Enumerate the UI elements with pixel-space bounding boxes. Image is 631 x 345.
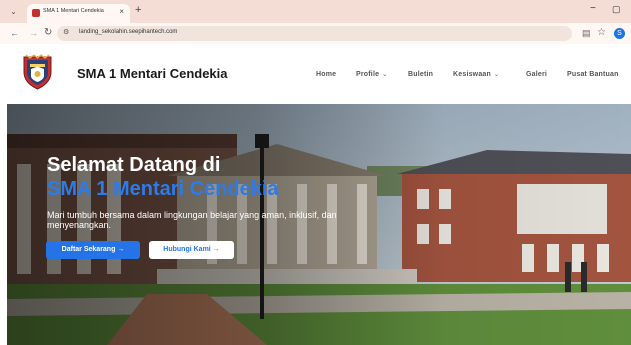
school-logo[interactable] [22,54,53,90]
tab-title: SMA 1 Mentari Cendekia [43,8,104,14]
maximize-icon[interactable]: ▢ [612,4,621,15]
bookmark-star-icon[interactable]: ☆ [597,27,606,38]
address-bar[interactable]: ⚙ landing_sekolahin.seepihantech.com [57,26,572,41]
new-tab-button[interactable]: + [135,5,141,16]
tab-close-icon[interactable]: × [119,7,124,16]
hero-description: Mari tumbuh bersama dalam lingkungan bel… [47,210,337,230]
forward-icon[interactable]: → [29,28,38,38]
url-text[interactable]: landing_sekolahin.seepihantech.com [79,29,177,35]
profile-avatar[interactable]: S [614,28,625,39]
nav-buletin-label: Buletin [408,71,434,78]
browser-tab[interactable]: SMA 1 Mentari Cendekia × [27,4,130,23]
browser-tabbar: ⌄ SMA 1 Mentari Cendekia × + − ▢ [0,0,631,23]
nav-pusat-bantuan-label: Pusat Bantuan [567,71,619,78]
favicon-icon [32,9,40,17]
nav-profile-label: Profile [356,71,380,78]
hubungi-kami-button[interactable]: Hubungi Kami → [149,241,234,259]
chevron-down-icon: ⌄ [494,72,500,78]
nav-home-label: Home [316,71,337,78]
nav-kesiswaan[interactable]: Kesiswaan ⌄ [453,71,499,78]
reload-icon[interactable]: ↻ [44,27,52,38]
nav-galeri-label: Galeri [526,71,548,78]
nav-buletin[interactable]: Buletin [408,71,433,78]
nav-home[interactable]: Home [316,71,336,78]
chevron-down-icon: ⌄ [382,72,388,78]
hero-school-name: SMA 1 Mentari Cendekia [47,178,279,200]
nav-kesiswaan-label: Kesiswaan [453,71,491,78]
site-name[interactable]: SMA 1 Mentari Cendekia [77,66,228,81]
hero-title: Selamat Datang di [47,154,221,176]
site-header: SMA 1 Mentari Cendekia Home Profile ⌄ Bul… [0,44,631,104]
hero-section: Selamat Datang di SMA 1 Mentari Cendekia… [7,104,631,345]
daftar-sekarang-button[interactable]: Daftar Sekarang → [46,241,140,259]
site-info-icon[interactable]: ⚙ [63,28,69,36]
nav-pusat-bantuan[interactable]: Pusat Bantuan [567,71,619,78]
tab-search-icon[interactable]: ⌄ [8,6,19,17]
extensions-icon[interactable]: ▤ [582,28,591,39]
nav-profile[interactable]: Profile ⌄ [356,71,387,78]
nav-galeri[interactable]: Galeri [526,71,547,78]
browser-toolbar: ← → ↻ ⚙ landing_sekolahin.seepihantech.c… [0,23,631,45]
back-icon[interactable]: ← [10,28,19,38]
minimize-icon[interactable]: − [590,3,596,14]
